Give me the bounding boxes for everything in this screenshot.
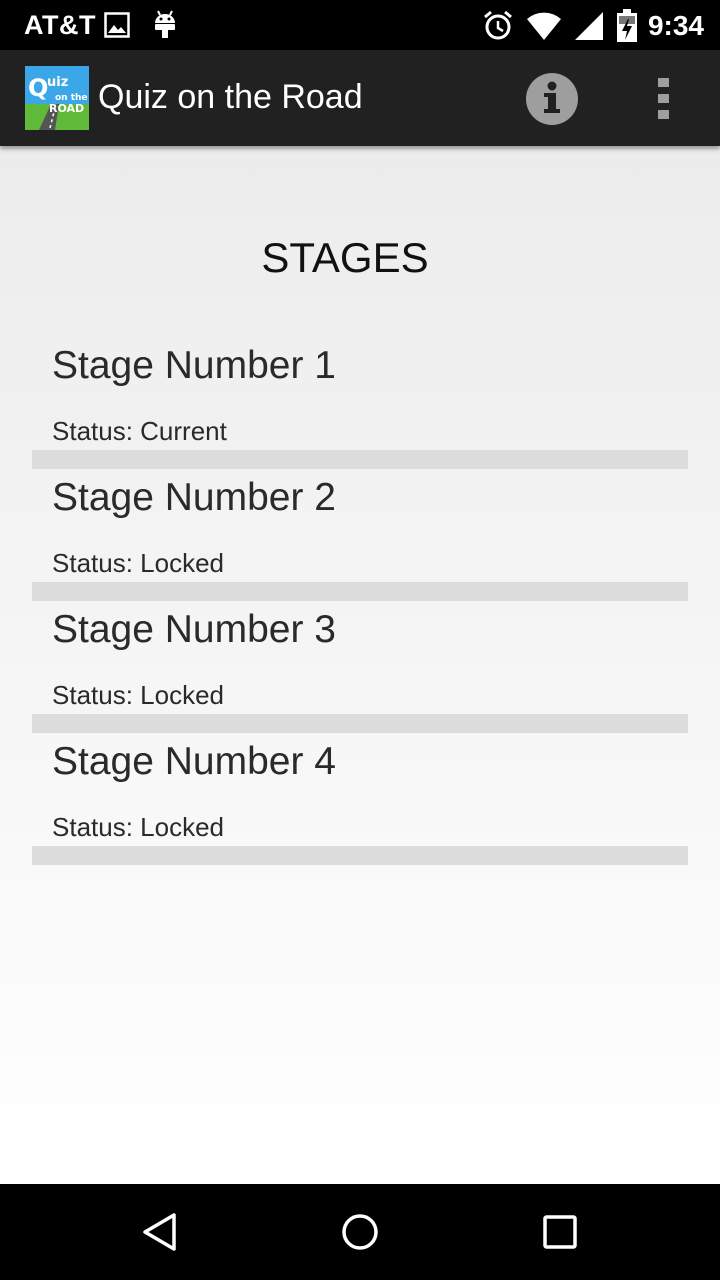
app-title: Quiz on the Road	[98, 78, 363, 116]
stage-item[interactable]: Stage Number 1 Status: Current	[32, 332, 688, 469]
app-logo: Q uiz on the ROAD	[25, 66, 89, 130]
divider	[32, 846, 688, 865]
content-area: STAGES Stage Number 1 Status: Current St…	[0, 146, 720, 1184]
stage-status: Status: Current	[52, 416, 227, 446]
stage-name: Stage Number 1	[52, 344, 336, 387]
stage-name: Stage Number 2	[52, 476, 336, 519]
stage-item[interactable]: Stage Number 2 Status: Locked	[32, 464, 688, 601]
stage-status: Status: Locked	[52, 812, 224, 842]
battery-charging-icon	[616, 9, 637, 42]
action-bar: Q uiz on the ROAD Quiz on the Road	[0, 50, 720, 146]
info-button[interactable]	[524, 71, 580, 127]
clock: 9:34	[647, 10, 704, 41]
image-icon	[104, 12, 130, 38]
signal-icon	[574, 12, 603, 40]
recents-icon	[543, 1215, 577, 1249]
notification-icons	[104, 9, 184, 41]
home-icon	[342, 1214, 378, 1250]
info-icon	[526, 73, 578, 125]
alarm-icon	[483, 10, 512, 40]
overflow-menu-button[interactable]	[642, 74, 686, 122]
wifi-icon	[526, 12, 561, 40]
carrier-label: AT&T	[24, 10, 96, 40]
navigation-bar	[0, 1184, 720, 1280]
stage-name: Stage Number 4	[52, 740, 336, 783]
system-indicators: 9:34	[470, 6, 704, 46]
stage-list: Stage Number 1 Status: Current Stage Num…	[32, 332, 688, 865]
recents-button[interactable]	[532, 1206, 588, 1258]
stage-status: Status: Locked	[52, 680, 224, 710]
svg-text:ROAD: ROAD	[49, 102, 84, 115]
page-title: STAGES	[261, 234, 429, 281]
svg-text:Q: Q	[28, 74, 48, 102]
back-button[interactable]	[132, 1206, 188, 1258]
stage-status: Status: Locked	[52, 548, 224, 578]
stage-item[interactable]: Stage Number 4 Status: Locked	[32, 728, 688, 865]
stage-item[interactable]: Stage Number 3 Status: Locked	[32, 596, 688, 733]
more-vert-icon	[658, 78, 669, 119]
back-icon	[143, 1213, 176, 1251]
status-bar: AT&T 9:34	[0, 0, 720, 50]
stage-name: Stage Number 3	[52, 608, 336, 651]
svg-text:uiz: uiz	[47, 75, 68, 90]
home-button[interactable]	[332, 1206, 388, 1258]
android-icon	[155, 10, 175, 38]
